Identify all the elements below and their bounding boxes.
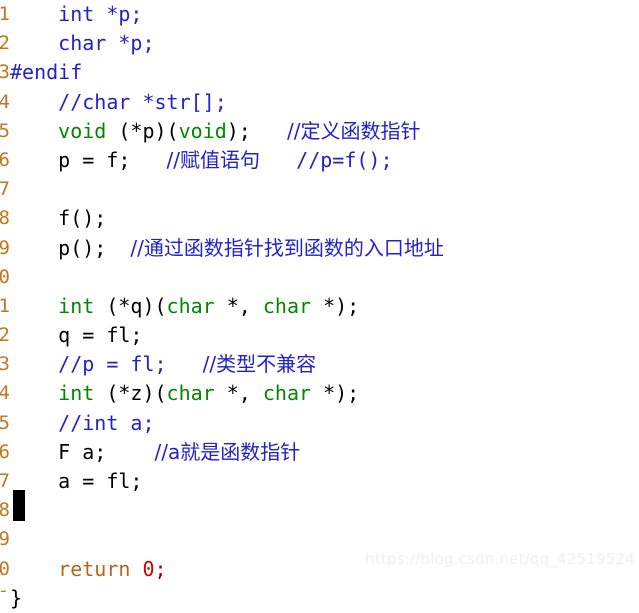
line-endif[interactable]: #endif bbox=[0, 58, 639, 87]
line-call-p[interactable]: p(); //通过函数指针找到函数的入口地址 bbox=[0, 234, 639, 263]
code-token: char bbox=[262, 293, 312, 318]
line-q-assign-fl[interactable]: q = fl; bbox=[0, 321, 639, 350]
line-int-p[interactable]: int *p; bbox=[0, 0, 639, 29]
code-token: int bbox=[58, 381, 95, 406]
line-char-str[interactable]: //char *str[]; bbox=[0, 88, 639, 117]
line-cursor[interactable] bbox=[0, 496, 639, 525]
code-token: void bbox=[178, 118, 227, 143]
code-token: *); bbox=[311, 293, 360, 318]
code-token: //a就是函数指针 bbox=[154, 439, 301, 464]
code-token: (*q)( bbox=[94, 293, 167, 318]
code-token: a = fl; bbox=[10, 469, 143, 493]
code-token: (*p)( bbox=[106, 118, 179, 143]
code-token: ; bbox=[154, 556, 167, 581]
line-char-p[interactable]: char *p; bbox=[0, 29, 639, 58]
code-editor[interactable]: 3132333435363738394041424344454647484950… bbox=[0, 0, 639, 610]
code-token: *, bbox=[214, 293, 263, 318]
line-int-z-decl[interactable]: int (*z)(char *, char *); bbox=[0, 379, 639, 408]
code-token: 0 bbox=[142, 556, 155, 581]
code-token: p(); bbox=[10, 235, 131, 260]
line-comment-int-a[interactable]: //int a; bbox=[0, 409, 639, 438]
code-token: F a; bbox=[10, 439, 155, 464]
line-call-f[interactable]: f(); bbox=[0, 204, 639, 233]
line-int-q-decl[interactable]: int (*q)(char *, char *); bbox=[0, 292, 639, 321]
code-token: //p=f(); bbox=[296, 147, 393, 172]
code-content-area[interactable]: int *p; char *p; #endif //char *str[]; vo… bbox=[0, 0, 639, 610]
code-token: int *p; bbox=[10, 2, 143, 26]
line-void-p-decl[interactable]: void (*p)(void); //定义函数指针 bbox=[0, 117, 639, 146]
line-p-assign-fl[interactable]: //p = fl; //类型不兼容 bbox=[0, 350, 639, 379]
code-token: void bbox=[58, 118, 107, 143]
code-token: char bbox=[262, 381, 312, 406]
code-token: //定义函数指针 bbox=[286, 118, 421, 143]
code-token: //int a; bbox=[10, 410, 155, 435]
code-token: char bbox=[166, 293, 215, 318]
code-token: (*z)( bbox=[94, 381, 167, 406]
line-blank-1[interactable] bbox=[0, 175, 639, 204]
code-token: int bbox=[58, 293, 95, 318]
line-F-a[interactable]: F a; //a就是函数指针 bbox=[0, 438, 639, 467]
line-p-assign-f[interactable]: p = f; //赋值语句 //p=f(); bbox=[0, 146, 639, 175]
code-token: *, bbox=[214, 381, 263, 406]
code-token: char bbox=[166, 381, 215, 406]
csdn-watermark: https://blog.csdn.net/qq_42519524 bbox=[365, 550, 635, 568]
code-token: char *p; bbox=[10, 31, 155, 56]
code-token: *); bbox=[311, 381, 360, 406]
code-token: f(); bbox=[10, 206, 107, 231]
text-cursor-block bbox=[13, 490, 25, 521]
line-a-assign-fl[interactable]: a = fl; bbox=[0, 467, 639, 496]
line-close-brace[interactable]: } bbox=[0, 584, 639, 613]
code-token: //类型不兼容 bbox=[202, 352, 317, 377]
code-token: //赋值语句 bbox=[166, 147, 261, 172]
code-token: q = fl; bbox=[10, 323, 143, 348]
code-token: ); bbox=[226, 118, 287, 143]
code-token: //char *str[]; bbox=[10, 89, 227, 114]
code-token: #endif bbox=[10, 60, 83, 85]
code-token: return bbox=[58, 556, 131, 581]
line-blank-2[interactable] bbox=[0, 263, 639, 292]
code-token: p = f; bbox=[10, 147, 167, 172]
code-token: //p = fl; bbox=[10, 352, 203, 377]
code-token: //通过函数指针找到函数的入口地址 bbox=[130, 235, 444, 260]
code-token: } bbox=[10, 585, 23, 610]
